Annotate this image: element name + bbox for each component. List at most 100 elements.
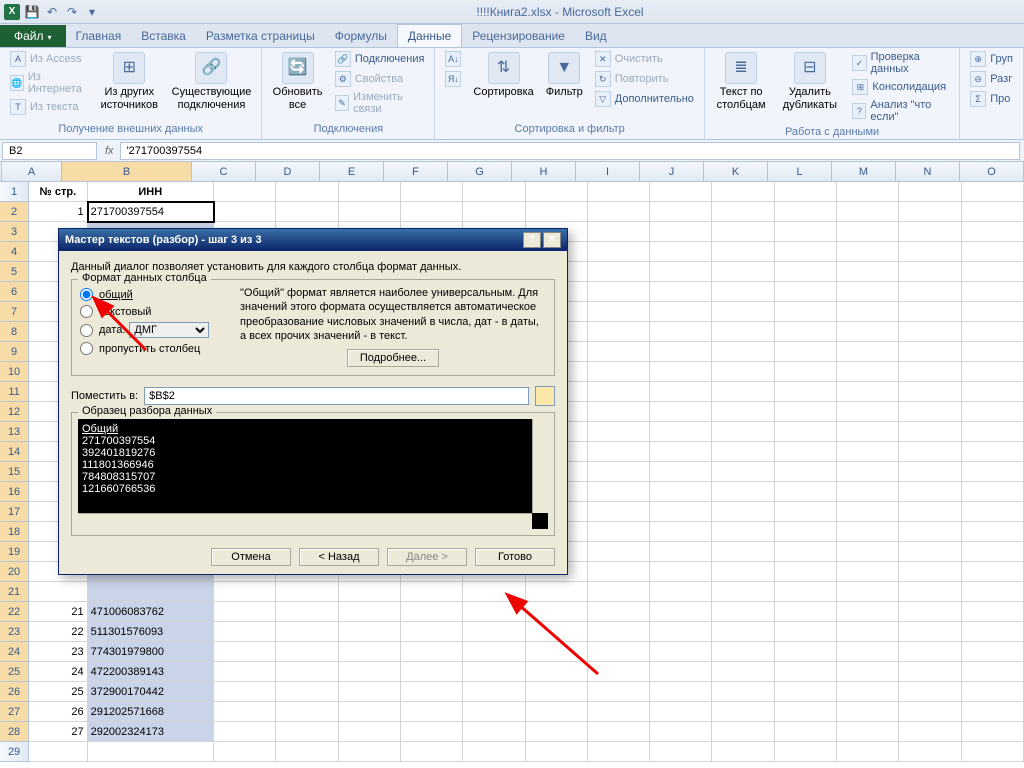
cell-H21[interactable] bbox=[526, 582, 588, 602]
properties-button[interactable]: ⚙Свойства bbox=[331, 70, 429, 88]
cell-M9[interactable] bbox=[837, 342, 899, 362]
cell-N17[interactable] bbox=[899, 502, 961, 522]
dialog-titlebar[interactable]: Мастер текстов (разбор) - шаг 3 из 3 ? ✕ bbox=[59, 229, 567, 251]
col-header-I[interactable]: I bbox=[576, 162, 640, 181]
cell-M7[interactable] bbox=[837, 302, 899, 322]
cell-N9[interactable] bbox=[899, 342, 961, 362]
cell-D2[interactable] bbox=[276, 202, 338, 222]
cell-I26[interactable] bbox=[588, 682, 650, 702]
cell-G27[interactable] bbox=[463, 702, 525, 722]
cell-N22[interactable] bbox=[899, 602, 961, 622]
cell-K27[interactable] bbox=[712, 702, 774, 722]
cell-A22[interactable]: 21 bbox=[29, 602, 87, 622]
cell-N20[interactable] bbox=[899, 562, 961, 582]
cell-J9[interactable] bbox=[650, 342, 712, 362]
cell-K10[interactable] bbox=[712, 362, 774, 382]
cell-O17[interactable] bbox=[962, 502, 1024, 522]
cell-L29[interactable] bbox=[775, 742, 837, 762]
col-header-J[interactable]: J bbox=[640, 162, 704, 181]
cell-L13[interactable] bbox=[775, 422, 837, 442]
cell-I23[interactable] bbox=[588, 622, 650, 642]
cell-H25[interactable] bbox=[526, 662, 588, 682]
cell-I4[interactable] bbox=[588, 242, 650, 262]
cell-N12[interactable] bbox=[899, 402, 961, 422]
col-header-D[interactable]: D bbox=[256, 162, 320, 181]
row-header[interactable]: 10 bbox=[0, 362, 29, 382]
col-header-K[interactable]: K bbox=[704, 162, 768, 181]
cell-K3[interactable] bbox=[712, 222, 774, 242]
cell-C21[interactable] bbox=[214, 582, 276, 602]
tab-home[interactable]: Главная bbox=[66, 25, 132, 47]
col-header-E[interactable]: E bbox=[320, 162, 384, 181]
row-header[interactable]: 8 bbox=[0, 322, 29, 342]
cell-H23[interactable] bbox=[526, 622, 588, 642]
cell-F2[interactable] bbox=[401, 202, 463, 222]
row-header[interactable]: 1 bbox=[0, 182, 29, 202]
advanced-filter-button[interactable]: ▽Дополнительно bbox=[591, 90, 698, 108]
cell-D26[interactable] bbox=[276, 682, 338, 702]
cell-J3[interactable] bbox=[650, 222, 712, 242]
data-validation-button[interactable]: ✓Проверка данных bbox=[848, 50, 953, 76]
cell-O18[interactable] bbox=[962, 522, 1024, 542]
cell-N1[interactable] bbox=[899, 182, 961, 202]
back-button[interactable]: < Назад bbox=[299, 548, 379, 566]
cell-M17[interactable] bbox=[837, 502, 899, 522]
cell-N10[interactable] bbox=[899, 362, 961, 382]
cell-I6[interactable] bbox=[588, 282, 650, 302]
cell-K17[interactable] bbox=[712, 502, 774, 522]
cell-F26[interactable] bbox=[401, 682, 463, 702]
cell-M21[interactable] bbox=[837, 582, 899, 602]
radio-text[interactable]: текстовый bbox=[80, 303, 230, 320]
cell-J12[interactable] bbox=[650, 402, 712, 422]
row-header[interactable]: 9 bbox=[0, 342, 29, 362]
cell-M8[interactable] bbox=[837, 322, 899, 342]
cell-L16[interactable] bbox=[775, 482, 837, 502]
cell-O14[interactable] bbox=[962, 442, 1024, 462]
cell-K19[interactable] bbox=[712, 542, 774, 562]
cell-M26[interactable] bbox=[837, 682, 899, 702]
cell-A28[interactable]: 27 bbox=[29, 722, 87, 742]
cell-I27[interactable] bbox=[588, 702, 650, 722]
cell-O6[interactable] bbox=[962, 282, 1024, 302]
cell-E23[interactable] bbox=[339, 622, 401, 642]
connections-button[interactable]: 🔗Подключения bbox=[331, 50, 429, 68]
cell-M6[interactable] bbox=[837, 282, 899, 302]
cell-G1[interactable] bbox=[463, 182, 525, 202]
cell-N28[interactable] bbox=[899, 722, 961, 742]
cell-G23[interactable] bbox=[463, 622, 525, 642]
cell-O19[interactable] bbox=[962, 542, 1024, 562]
finish-button[interactable]: Готово bbox=[475, 548, 555, 566]
cell-I8[interactable] bbox=[588, 322, 650, 342]
cell-J18[interactable] bbox=[650, 522, 712, 542]
radio-general[interactable]: общий bbox=[80, 286, 230, 303]
cell-K18[interactable] bbox=[712, 522, 774, 542]
cell-B23[interactable]: 511301576093 bbox=[88, 622, 214, 642]
cell-K22[interactable] bbox=[712, 602, 774, 622]
col-header-C[interactable]: C bbox=[192, 162, 256, 181]
cell-B28[interactable]: 292002324173 bbox=[88, 722, 214, 742]
cell-M28[interactable] bbox=[837, 722, 899, 742]
cell-J8[interactable] bbox=[650, 322, 712, 342]
row-header[interactable]: 12 bbox=[0, 402, 29, 422]
cell-A26[interactable]: 25 bbox=[29, 682, 87, 702]
cell-H1[interactable] bbox=[526, 182, 588, 202]
cell-B22[interactable]: 471006083762 bbox=[88, 602, 214, 622]
cell-L5[interactable] bbox=[775, 262, 837, 282]
cell-L23[interactable] bbox=[775, 622, 837, 642]
cell-B29[interactable] bbox=[88, 742, 214, 762]
cell-G2[interactable] bbox=[463, 202, 525, 222]
cell-O9[interactable] bbox=[962, 342, 1024, 362]
cell-N23[interactable] bbox=[899, 622, 961, 642]
cell-N27[interactable] bbox=[899, 702, 961, 722]
col-header-A[interactable]: A bbox=[2, 162, 62, 181]
cell-O12[interactable] bbox=[962, 402, 1024, 422]
cell-O16[interactable] bbox=[962, 482, 1024, 502]
cell-M12[interactable] bbox=[837, 402, 899, 422]
cell-A2[interactable]: 1 bbox=[29, 202, 87, 222]
cell-J23[interactable] bbox=[650, 622, 712, 642]
col-header-N[interactable]: N bbox=[896, 162, 960, 181]
cell-D25[interactable] bbox=[276, 662, 338, 682]
cell-O3[interactable] bbox=[962, 222, 1024, 242]
tab-view[interactable]: Вид bbox=[575, 25, 617, 47]
cell-O15[interactable] bbox=[962, 462, 1024, 482]
